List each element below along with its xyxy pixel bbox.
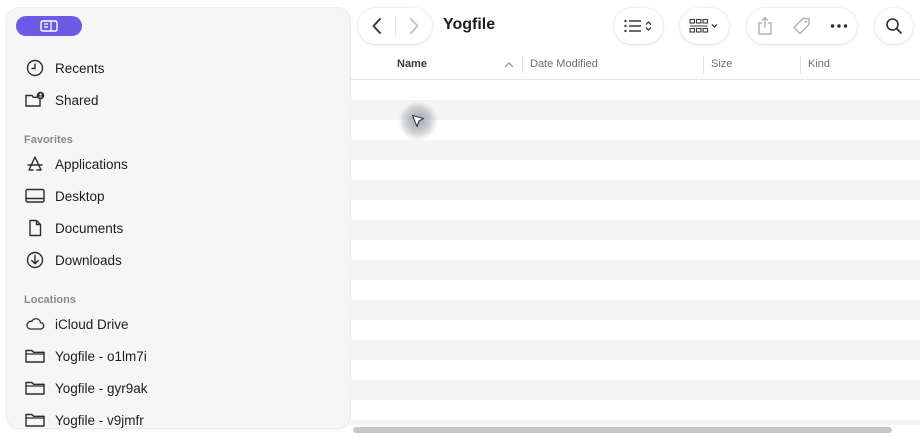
sidebar-item-label: iCloud Drive bbox=[55, 316, 129, 332]
list-row bbox=[350, 160, 920, 180]
list-row bbox=[350, 360, 920, 380]
pointer-arrow-icon bbox=[411, 114, 425, 128]
column-divider[interactable] bbox=[800, 56, 801, 74]
sidebar-item-shared[interactable]: Shared bbox=[24, 88, 99, 112]
document-icon bbox=[24, 217, 46, 239]
folder-icon bbox=[24, 377, 46, 399]
list-row bbox=[350, 140, 920, 160]
shared-folder-icon bbox=[24, 89, 46, 111]
tag-icon bbox=[793, 17, 810, 35]
list-row bbox=[350, 380, 920, 400]
chevron-left-icon bbox=[372, 18, 381, 34]
search-button[interactable] bbox=[875, 8, 913, 44]
sidebar: Recents Shared Favorites Applications De… bbox=[7, 8, 350, 428]
column-date-modified[interactable]: Date Modified bbox=[530, 58, 598, 70]
list-row bbox=[350, 220, 920, 240]
chevron-right-icon bbox=[410, 18, 419, 34]
list-row bbox=[350, 280, 920, 300]
mouse-cursor bbox=[398, 101, 438, 141]
list-row bbox=[350, 180, 920, 200]
sidebar-icon bbox=[40, 20, 58, 32]
list-row bbox=[350, 400, 920, 420]
sidebar-item-label: Documents bbox=[55, 220, 124, 236]
sidebar-item-desktop[interactable]: Desktop bbox=[24, 184, 105, 208]
column-divider[interactable] bbox=[522, 56, 523, 74]
list-row bbox=[350, 200, 920, 220]
back-button[interactable] bbox=[358, 8, 395, 44]
sidebar-item-label: Yogfile - v9jmfr bbox=[55, 412, 144, 428]
list-row bbox=[350, 80, 920, 100]
sidebar-item-recents[interactable]: Recents bbox=[24, 56, 105, 80]
column-size[interactable]: Size bbox=[711, 58, 732, 70]
list-row bbox=[350, 260, 920, 280]
view-options-button[interactable] bbox=[614, 8, 663, 44]
sidebar-item-label: Shared bbox=[55, 92, 99, 108]
folder-icon bbox=[24, 409, 46, 428]
sidebar-item-icloud-drive[interactable]: iCloud Drive bbox=[24, 312, 129, 336]
column-divider[interactable] bbox=[703, 56, 704, 74]
column-kind[interactable]: Kind bbox=[808, 58, 830, 70]
share-button[interactable] bbox=[748, 8, 782, 44]
horizontal-scrollbar[interactable] bbox=[353, 427, 892, 433]
sidebar-toggle-button[interactable] bbox=[16, 16, 82, 36]
list-row bbox=[350, 420, 920, 425]
sidebar-item-label: Applications bbox=[55, 156, 128, 172]
sidebar-item-label: Yogfile - gyr9ak bbox=[55, 380, 148, 396]
sidebar-item-documents[interactable]: Documents bbox=[24, 216, 123, 240]
list-row bbox=[350, 300, 920, 320]
sidebar-item-label: Yogfile - o1lm7i bbox=[55, 348, 147, 364]
favorites-header: Favorites bbox=[24, 134, 73, 146]
list-row bbox=[350, 320, 920, 340]
search-icon bbox=[886, 18, 902, 34]
cloud-icon bbox=[24, 313, 46, 335]
navigation-buttons bbox=[358, 8, 432, 44]
sidebar-item-yogfile-o1lm7i[interactable]: Yogfile - o1lm7i bbox=[24, 344, 147, 368]
locations-header: Locations bbox=[24, 294, 76, 306]
finder-window: Recents Shared Favorites Applications De… bbox=[0, 0, 920, 436]
sidebar-item-label: Desktop bbox=[55, 188, 105, 204]
folder-icon bbox=[24, 345, 46, 367]
sidebar-item-downloads[interactable]: Downloads bbox=[24, 248, 122, 272]
sidebar-item-label: Downloads bbox=[55, 252, 122, 268]
action-buttons bbox=[747, 8, 857, 44]
grid-view-icon bbox=[688, 18, 717, 33]
window-title: Yogfile bbox=[443, 16, 496, 33]
share-icon bbox=[758, 16, 773, 35]
sidebar-item-applications[interactable]: Applications bbox=[24, 152, 128, 176]
file-list[interactable] bbox=[350, 80, 920, 425]
tag-button[interactable] bbox=[785, 8, 819, 44]
list-view-icon bbox=[623, 19, 651, 33]
more-button[interactable] bbox=[822, 8, 856, 44]
column-header: Name Date Modified Size Kind bbox=[350, 52, 920, 80]
applications-icon bbox=[24, 153, 46, 175]
forward-button[interactable] bbox=[396, 8, 432, 44]
sidebar-item-yogfile-gyr9ak[interactable]: Yogfile - gyr9ak bbox=[24, 376, 148, 400]
sidebar-item-yogfile-v9jmfr[interactable]: Yogfile - v9jmfr bbox=[24, 408, 144, 428]
column-name[interactable]: Name bbox=[397, 58, 427, 70]
sidebar-item-label: Recents bbox=[55, 60, 105, 76]
ellipsis-icon bbox=[830, 24, 847, 28]
download-icon bbox=[24, 249, 46, 271]
list-row bbox=[350, 340, 920, 360]
clock-icon bbox=[24, 57, 46, 79]
desktop-icon bbox=[24, 185, 46, 207]
group-by-button[interactable] bbox=[680, 8, 729, 44]
list-row bbox=[350, 240, 920, 260]
sort-ascending-icon bbox=[504, 62, 514, 68]
